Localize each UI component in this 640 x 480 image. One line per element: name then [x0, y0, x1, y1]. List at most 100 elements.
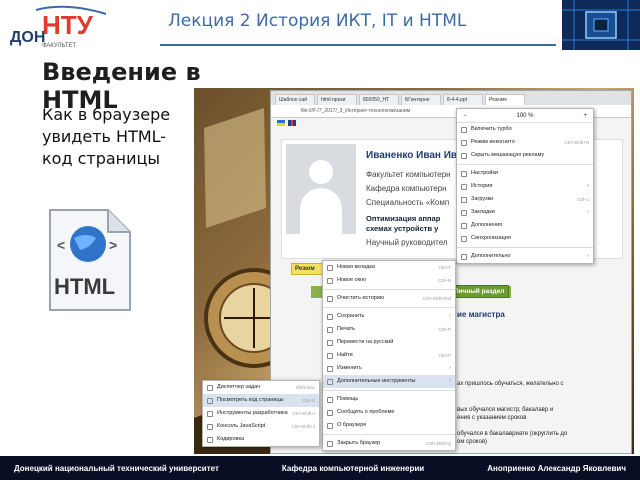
- additional-tools-submenu: Диспетчер задач Shift+Esc Посмотреть код с…: [202, 380, 320, 447]
- profile-line: Специальность «Комп: [366, 198, 450, 207]
- page-text-line: обучался в бакалавриате (округлить до: [457, 431, 568, 437]
- browser-tab[interactable]: Шаблон сай: [275, 94, 315, 105]
- menu-item[interactable]: Найти Ctrl+F: [323, 349, 455, 362]
- menu-item-icon: [461, 140, 467, 146]
- zoom-out-button[interactable]: −: [463, 113, 467, 119]
- ukraine-flag-icon[interactable]: [277, 120, 285, 126]
- zoom-in-button[interactable]: +: [583, 113, 587, 119]
- menu-item-label: Сообщить о проблеме: [337, 409, 395, 415]
- advisor-line: Научный руководител: [366, 238, 448, 247]
- menu-item[interactable]: Дополнения: [457, 219, 593, 232]
- menu-item-icon: [207, 411, 213, 417]
- menu-item-shortcut: Ctrl+N: [438, 278, 451, 283]
- menu-item-label: Включить турбо: [471, 126, 512, 132]
- menu-item-label: Настройки: [471, 170, 498, 176]
- menu-item[interactable]: Закладки ›: [457, 206, 593, 219]
- submenu-arrow-icon: ›: [587, 253, 589, 259]
- logo-sub: ФАКУЛЬТЕТ: [42, 43, 77, 49]
- menu-item-label: Инструменты разработчика: [217, 410, 288, 416]
- menu-item-label: Дополнения: [471, 222, 503, 228]
- menu-item-icon: [327, 366, 333, 372]
- html-file-icon: < > HTML: [49, 209, 131, 311]
- zoom-value: 100 %: [516, 112, 534, 119]
- footer-bar: Донецкий национальный технический универ…: [0, 456, 640, 480]
- instruction-text: Как в браузере увидеть HTML-код страницы: [42, 105, 171, 168]
- menu-item[interactable]: О браузере: [323, 419, 455, 432]
- donntu-logo: ДОН НТУ ФАКУЛЬТЕТ: [6, 4, 118, 50]
- submenu-arrow-icon: ›: [449, 378, 451, 384]
- menu-separator: [323, 289, 455, 290]
- menu-item-icon: [207, 424, 213, 430]
- menu-item[interactable]: Перевести на русский: [323, 336, 455, 349]
- menu-item[interactable]: Синхронизация: [457, 232, 593, 245]
- menu-item[interactable]: Новая вкладка Ctrl+T: [323, 261, 455, 274]
- menu-item[interactable]: Дополнительные инструменты ›: [323, 375, 455, 388]
- menu-item-icon: [327, 379, 333, 385]
- page-section-title: ие магистра: [457, 310, 505, 319]
- menu-item[interactable]: Консоль JavaScript Ctrl+Shift+J: [203, 420, 319, 433]
- menu-item[interactable]: Загрузки Ctrl+J: [457, 193, 593, 206]
- menu-item-shortcut: Shift+Esc: [295, 385, 315, 390]
- svg-text:>: >: [109, 237, 117, 253]
- menu-item-shortcut: Ctrl+Shift+J: [291, 424, 315, 429]
- menu-item-shortcut: Ctrl+T: [438, 265, 451, 270]
- page-text-line: вых обучался магистр; бакалавр и: [457, 407, 554, 413]
- menu-item-icon: [461, 236, 467, 242]
- menu-item-icon: [327, 327, 333, 333]
- menu-item[interactable]: Кодировка: [203, 433, 319, 446]
- profile-line: Кафедра компьютерн: [366, 184, 447, 193]
- browser-tab[interactable]: 8-4-4.ppt: [443, 94, 483, 105]
- menu-item-label: Перевести на русский: [337, 339, 394, 345]
- browser-tab[interactable]: html-прези: [317, 94, 357, 105]
- avatar-placeholder: [286, 144, 356, 234]
- menu-item[interactable]: Включить турбо: [457, 123, 593, 136]
- menu-item[interactable]: Настройки: [457, 167, 593, 180]
- menu-item-icon: [461, 127, 467, 133]
- svg-text:<: <: [57, 237, 65, 253]
- menu-separator: [323, 390, 455, 391]
- menu-item[interactable]: Изменить ›: [323, 362, 455, 375]
- menu-item-label: Посмотреть код страницы: [217, 397, 284, 403]
- menu-item-icon: [461, 254, 467, 260]
- menu-item-icon: [461, 223, 467, 229]
- browser-tab[interactable]: 802050_HT: [359, 94, 399, 105]
- personal-section-button[interactable]: Личный раздел: [449, 285, 509, 298]
- menu-item-icon: [327, 397, 333, 403]
- menu-item[interactable]: История ›: [457, 180, 593, 193]
- browser-tab-active[interactable]: Резюме: [485, 94, 525, 105]
- menu-item-shortcut: Ctrl+Shift+Q: [426, 441, 451, 446]
- menu-item[interactable]: Печать Ctrl+P: [323, 323, 455, 336]
- menu-item-label: Новая вкладка: [337, 264, 375, 270]
- thesis-title-cont: схемах устройств у: [366, 224, 439, 233]
- menu-item-label: Помощь: [337, 396, 359, 402]
- logo-text-main: НТУ: [42, 10, 94, 40]
- zoom-controls: − 100 % +: [457, 109, 593, 123]
- menu-separator: [457, 164, 593, 165]
- menu-item[interactable]: Дополнительно ›: [457, 250, 593, 263]
- menu-item[interactable]: Сохранить ›: [323, 310, 455, 323]
- menu-item-icon: [207, 437, 213, 443]
- uk-flag-icon[interactable]: [288, 120, 296, 126]
- submenu-arrow-icon: ›: [587, 183, 589, 189]
- menu-item[interactable]: Скрыть мешающую рекламу: [457, 149, 593, 162]
- menu-item-icon: [461, 197, 467, 203]
- menu-item-label: Диспетчер задач: [217, 384, 261, 390]
- menu-item[interactable]: Диспетчер задач Shift+Esc: [203, 381, 319, 394]
- menu-item[interactable]: Очистить историю Ctrl+Shift+Del: [323, 292, 455, 305]
- menu-item-label: История: [471, 183, 493, 189]
- menu-item-label: Закрыть браузер: [337, 440, 381, 446]
- browser-tab[interactable]: БГинтерне: [401, 94, 441, 105]
- menu-item-icon: [327, 441, 333, 447]
- menu-item[interactable]: Помощь: [323, 393, 455, 406]
- menu-item[interactable]: Сообщить о проблеме: [323, 406, 455, 419]
- menu-item-label: Дополнительные инструменты: [337, 378, 416, 384]
- menu-item[interactable]: Закрыть браузер Ctrl+Shift+Q: [323, 437, 455, 450]
- html-icon-label: HTML: [54, 274, 115, 299]
- menu-item[interactable]: Режим инкогнито Ctrl+Shift+N: [457, 136, 593, 149]
- menu-item-icon: [461, 184, 467, 190]
- menu-item[interactable]: Новое окно Ctrl+N: [323, 274, 455, 287]
- menu-item-label: Очистить историю: [337, 295, 385, 301]
- submenu-arrow-icon: ›: [449, 313, 451, 319]
- menu-item[interactable]: Посмотреть код страницы Ctrl+U: [203, 394, 319, 407]
- menu-item[interactable]: Инструменты разработчика Ctrl+Shift+I: [203, 407, 319, 420]
